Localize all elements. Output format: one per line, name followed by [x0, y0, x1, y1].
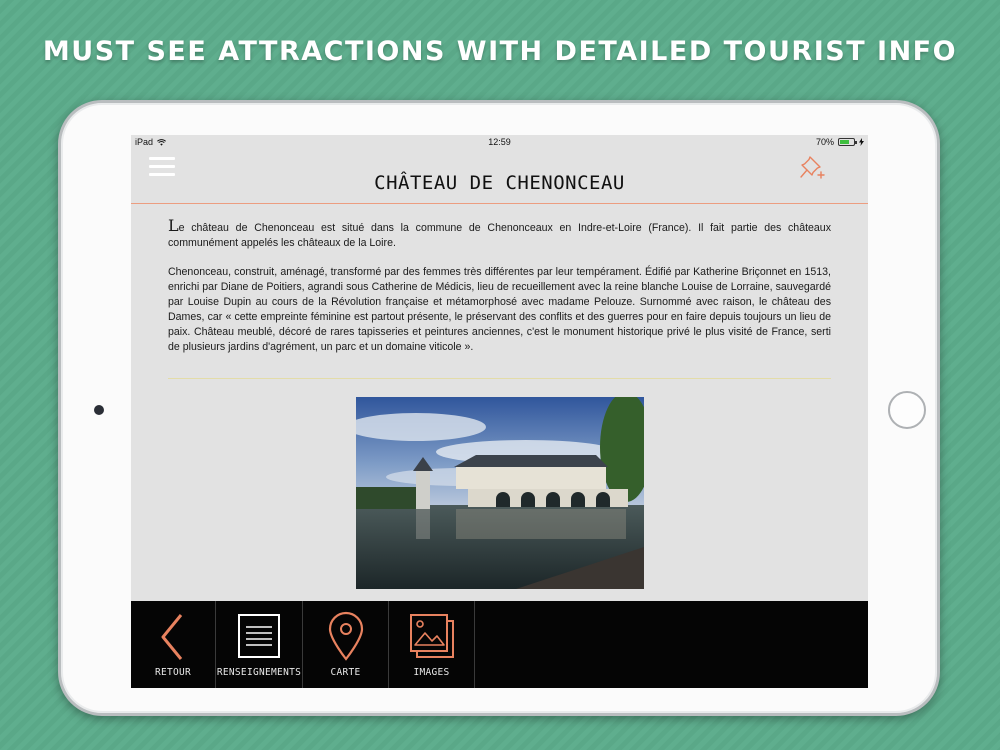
promo-headline: MUST SEE ATTRACTIONS WITH DETAILED TOURI…: [42, 36, 958, 67]
bottom-toolbar: RETOUR RENSEIGNEMENTS CARTE IMAGES: [131, 601, 868, 688]
chevron-left-icon: [161, 614, 183, 660]
chateau-photo[interactable]: [356, 397, 644, 589]
toolbar-label: RETOUR: [154, 667, 192, 678]
toolbar-retour-button[interactable]: RETOUR: [131, 601, 216, 688]
map-pin-icon: [328, 611, 363, 661]
article-paragraph: Le château de Chenonceau est situé dans …: [168, 218, 831, 251]
article-paragraph: Chenonceau, construit, aménagé, transfor…: [168, 266, 831, 353]
battery-percent: 70%: [815, 137, 834, 147]
charging-bolt-icon: [859, 138, 864, 146]
tablet-frame: iPad 12:59 70% CHÂTEAU DE CHENONCEAU Le …: [58, 100, 940, 716]
document-icon: [238, 614, 280, 658]
section-divider: [168, 378, 831, 379]
nav-bar: CHÂTEAU DE CHENONCEAU: [131, 150, 868, 204]
paragraph-text: e château de Chenonceau est situé dans l…: [168, 222, 831, 249]
page-title: CHÂTEAU DE CHENONCEAU: [374, 172, 625, 194]
status-bar: iPad 12:59 70%: [131, 135, 868, 150]
toolbar-carte-button[interactable]: CARTE: [303, 601, 389, 688]
pushpin-icon[interactable]: [798, 153, 826, 181]
battery-icon: [838, 138, 857, 146]
images-icon: [409, 614, 454, 658]
drop-cap: L: [168, 216, 179, 235]
status-time: 12:59: [488, 137, 511, 147]
home-button[interactable]: [888, 391, 926, 429]
toolbar-label: IMAGES: [413, 667, 450, 678]
toolbar-label: CARTE: [330, 667, 361, 678]
camera-lens: [94, 405, 104, 415]
toolbar-label: RENSEIGNEMENTS: [216, 667, 302, 678]
article-body: Le château de Chenonceau est situé dans …: [168, 218, 831, 369]
app-screen: iPad 12:59 70% CHÂTEAU DE CHENONCEAU Le …: [131, 135, 868, 688]
toolbar-renseignements-button[interactable]: RENSEIGNEMENTS: [216, 601, 303, 688]
toolbar-images-button[interactable]: IMAGES: [389, 601, 475, 688]
